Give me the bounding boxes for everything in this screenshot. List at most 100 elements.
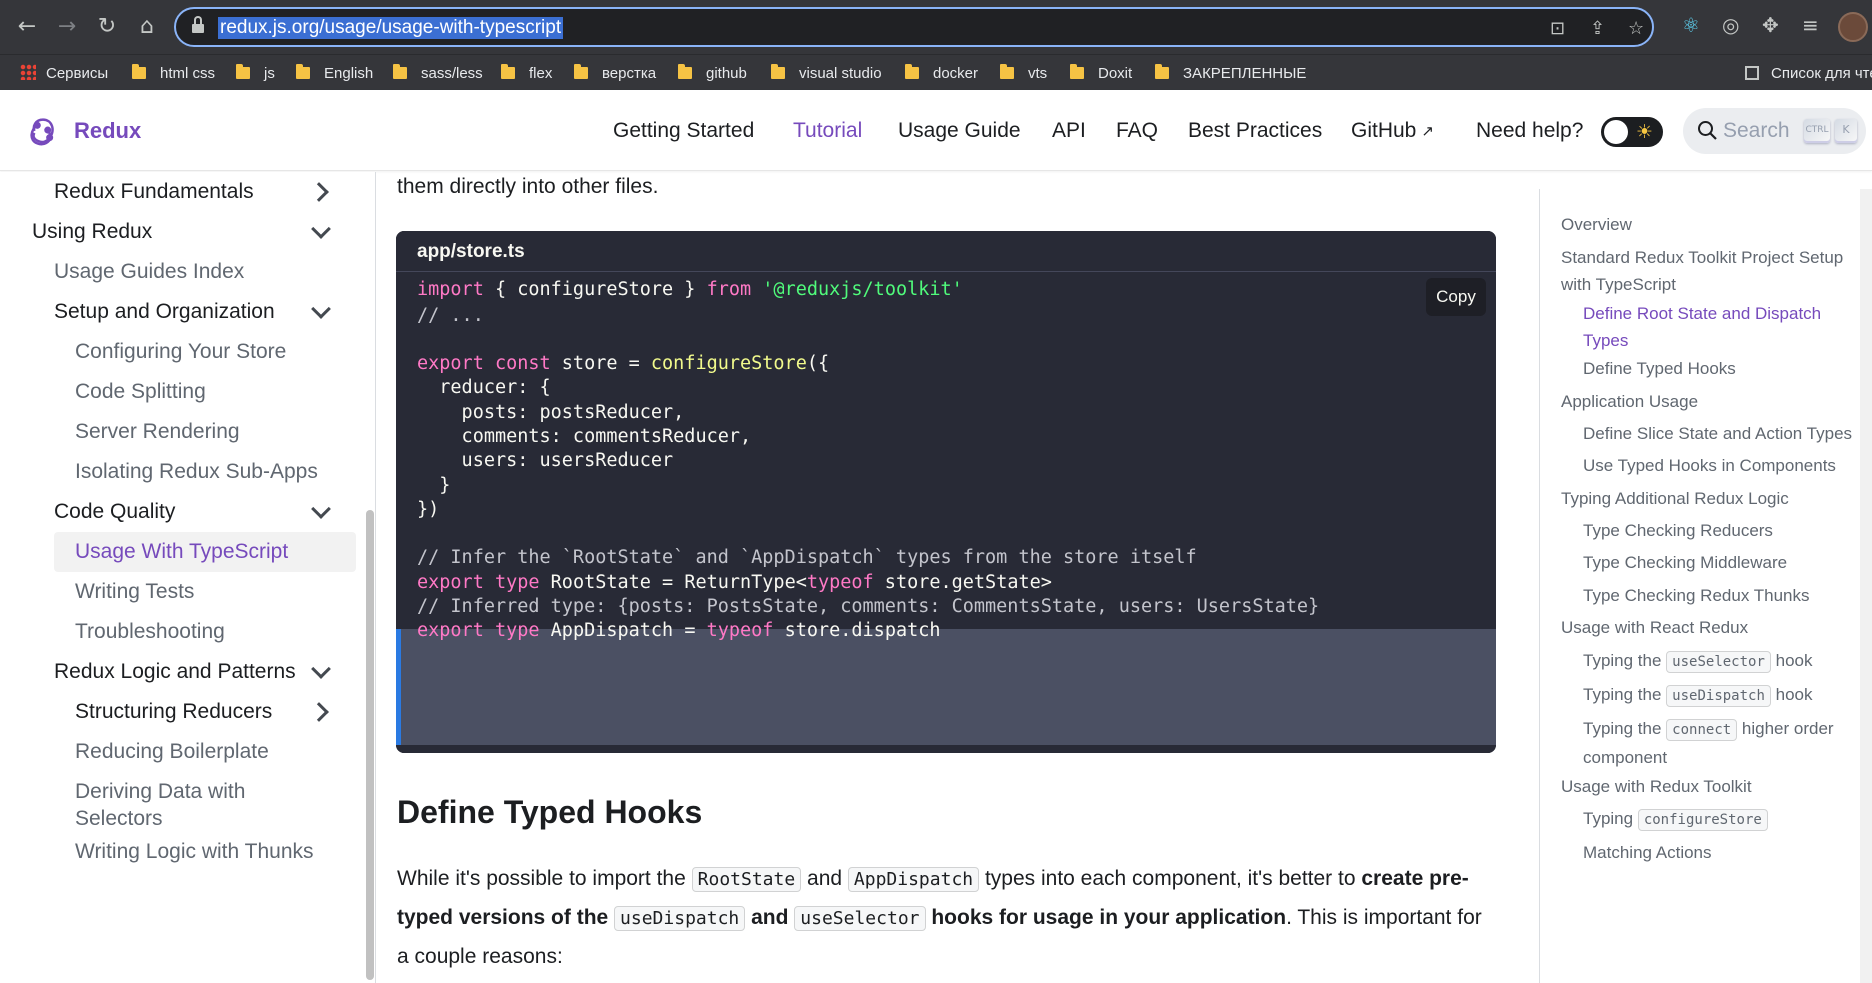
folder-icon: [236, 64, 250, 79]
toc-item-typing-configurestore[interactable]: Typing configureStore: [1583, 805, 1768, 834]
sidebar-item-writing-tests[interactable]: Writing Tests: [75, 572, 194, 612]
nav-need-help[interactable]: Need help?: [1476, 116, 1583, 146]
bookmark-item[interactable]: vts: [1000, 64, 1047, 84]
search-icon: [1698, 121, 1717, 140]
sidebar-category-redux-logic-and-patterns[interactable]: Redux Logic and Patterns: [54, 652, 354, 692]
inline-code: AppDispatch: [847, 867, 980, 892]
toc-item-define-typed-hooks[interactable]: Define Typed Hooks: [1583, 355, 1736, 382]
home-icon[interactable]: ⌂: [130, 10, 164, 44]
share-icon[interactable]: ⇪: [1590, 18, 1605, 39]
bookmark-item[interactable]: js: [236, 64, 275, 84]
bookmark-item[interactable]: sass/less: [393, 64, 483, 84]
browser-toolbar: ← → ↻ ⌂ redux.js.org/usage/usage-with-ty…: [0, 0, 1872, 54]
kbd-ctrl: CTRL: [1804, 119, 1830, 143]
reading-mode-icon[interactable]: ≡: [1802, 13, 1819, 37]
toc-item-define-root-state[interactable]: Define Root State and Dispatch Types: [1583, 300, 1821, 354]
nav-getting-started[interactable]: Getting Started: [613, 116, 754, 146]
reload-icon[interactable]: ↻: [90, 10, 124, 44]
inline-code: configureStore: [1637, 809, 1768, 831]
sidebar-item-server-rendering[interactable]: Server Rendering: [75, 412, 240, 452]
sidebar-item-code-splitting[interactable]: Code Splitting: [75, 372, 206, 412]
extensions-puzzle-icon[interactable]: ✥: [1762, 13, 1779, 37]
toc-item-type-checking-reducers[interactable]: Type Checking Reducers: [1583, 517, 1773, 544]
sidebar-category-structuring-reducers[interactable]: Structuring Reducers: [75, 692, 354, 732]
toc-item-standard-setup[interactable]: Standard Redux Toolkit Project Setup with…: [1561, 244, 1843, 298]
address-bar[interactable]: redux.js.org/usage/usage-with-typescript…: [174, 7, 1654, 47]
browser-chrome: ← → ↻ ⌂ redux.js.org/usage/usage-with-ty…: [0, 0, 1872, 90]
toc-item-application-usage[interactable]: Application Usage: [1561, 388, 1698, 415]
toc-item-overview[interactable]: Overview: [1561, 211, 1632, 238]
sun-icon: ☀: [1636, 121, 1654, 143]
bookmark-item[interactable]: flex: [501, 64, 552, 84]
sidebar-item-writing-logic-with-thunks[interactable]: Writing Logic with Thunks: [75, 832, 314, 872]
chevron-down-icon: [311, 659, 331, 679]
external-link-icon: ↗: [1421, 122, 1434, 140]
bookmark-apps[interactable]: Сервисы: [20, 64, 108, 84]
table-of-contents: Overview Standard Redux Toolkit Project …: [1539, 189, 1872, 983]
bookmark-item[interactable]: docker: [905, 64, 978, 84]
search-button[interactable]: Search CTRL K: [1683, 108, 1866, 154]
inline-code: useSelector: [794, 906, 926, 931]
code-block-body: import { configureStore } from '@reduxjs…: [396, 273, 1496, 753]
section-heading: Define Typed Hooks: [397, 794, 703, 830]
toc-item-use-typed-hooks[interactable]: Use Typed Hooks in Components: [1583, 452, 1836, 479]
bookmark-item[interactable]: html css: [132, 64, 215, 84]
sidebar-category-code-quality[interactable]: Code Quality: [54, 492, 354, 532]
nav-tutorial[interactable]: Tutorial: [793, 116, 862, 146]
lock-icon[interactable]: [192, 16, 204, 33]
sidebar-item-deriving-data-with-selectors[interactable]: Deriving Data with Selectors: [75, 772, 245, 830]
react-devtools-icon[interactable]: ⚛: [1682, 13, 1700, 37]
brand-title[interactable]: Redux: [74, 116, 141, 146]
nav-usage-guide[interactable]: Usage Guide: [898, 116, 1021, 146]
sidebar-item-usage-with-typescript[interactable]: Usage With TypeScript: [54, 532, 356, 572]
toc-item-usage-with-redux-toolkit[interactable]: Usage with Redux Toolkit: [1561, 773, 1752, 800]
profile-avatar[interactable]: [1838, 12, 1868, 42]
back-icon[interactable]: ←: [10, 10, 44, 44]
folder-icon: [132, 64, 146, 79]
sidebar-item-configuring-your-store[interactable]: Configuring Your Store: [75, 332, 286, 372]
nav-faq[interactable]: FAQ: [1116, 116, 1158, 146]
sidebar-category-redux-fundamentals[interactable]: Redux Fundamentals: [54, 172, 354, 212]
sidebar-category-using-redux[interactable]: Using Redux: [32, 212, 354, 252]
url-text[interactable]: redux.js.org/usage/usage-with-typescript: [218, 17, 564, 39]
toc-item-typing-additional-logic[interactable]: Typing Additional Redux Logic: [1561, 485, 1789, 512]
toc-item-typing-useselector[interactable]: Typing the useSelector hook: [1583, 647, 1812, 676]
sidebar-item-reducing-boilerplate[interactable]: Reducing Boilerplate: [75, 732, 269, 772]
sidebar-scrollbar[interactable]: [366, 510, 374, 980]
toc-item-define-slice-state[interactable]: Define Slice State and Action Types: [1583, 420, 1852, 447]
toc-item-type-checking-thunks[interactable]: Type Checking Redux Thunks: [1583, 582, 1809, 609]
bookmark-item[interactable]: верстка: [574, 64, 656, 84]
page-scrollbar[interactable]: [1860, 189, 1872, 983]
sidebar-category-setup-and-organization[interactable]: Setup and Organization: [54, 292, 354, 332]
bookmark-item[interactable]: English: [296, 64, 373, 84]
forward-icon[interactable]: →: [50, 10, 84, 44]
copy-button[interactable]: Copy: [1426, 278, 1486, 316]
toc-item-usage-with-react-redux[interactable]: Usage with React Redux: [1561, 614, 1748, 641]
bookmark-star-icon[interactable]: ☆: [1628, 18, 1644, 39]
folder-icon: [1155, 64, 1169, 79]
bookmark-item[interactable]: visual studio: [771, 64, 882, 84]
folder-icon: [678, 64, 692, 79]
redux-logo-icon[interactable]: [24, 112, 62, 150]
bookmark-item[interactable]: github: [678, 64, 747, 84]
bookmark-item[interactable]: Doxit: [1070, 64, 1132, 84]
toc-item-typing-usedispatch[interactable]: Typing the useDispatch hook: [1583, 681, 1812, 710]
docs-sidebar: Redux Fundamentals Using Redux Usage Gui…: [0, 172, 376, 983]
folder-icon: [393, 64, 407, 79]
toc-item-typing-connect[interactable]: Typing the connect higher order componen…: [1583, 715, 1834, 771]
nav-api[interactable]: API: [1052, 116, 1086, 146]
dark-mode-toggle[interactable]: ☀: [1601, 117, 1663, 147]
folder-icon: [771, 64, 785, 79]
extension-target-icon[interactable]: ◎: [1722, 13, 1739, 37]
sidebar-item-isolating-redux-sub-apps[interactable]: Isolating Redux Sub-Apps: [75, 452, 318, 492]
translate-icon[interactable]: ⊡: [1550, 18, 1565, 39]
toc-item-matching-actions[interactable]: Matching Actions: [1583, 839, 1712, 866]
bookmark-item[interactable]: ЗАКРЕПЛЕННЫЕ: [1155, 64, 1306, 84]
inline-code: useDispatch: [1666, 685, 1771, 707]
nav-best-practices[interactable]: Best Practices: [1188, 116, 1322, 146]
toc-item-type-checking-middleware[interactable]: Type Checking Middleware: [1583, 549, 1787, 576]
nav-github[interactable]: GitHub ↗: [1351, 116, 1434, 146]
sidebar-item-usage-guides-index[interactable]: Usage Guides Index: [54, 252, 244, 292]
sidebar-item-troubleshooting[interactable]: Troubleshooting: [75, 612, 225, 652]
reading-list[interactable]: Список для чте: [1745, 64, 1872, 84]
